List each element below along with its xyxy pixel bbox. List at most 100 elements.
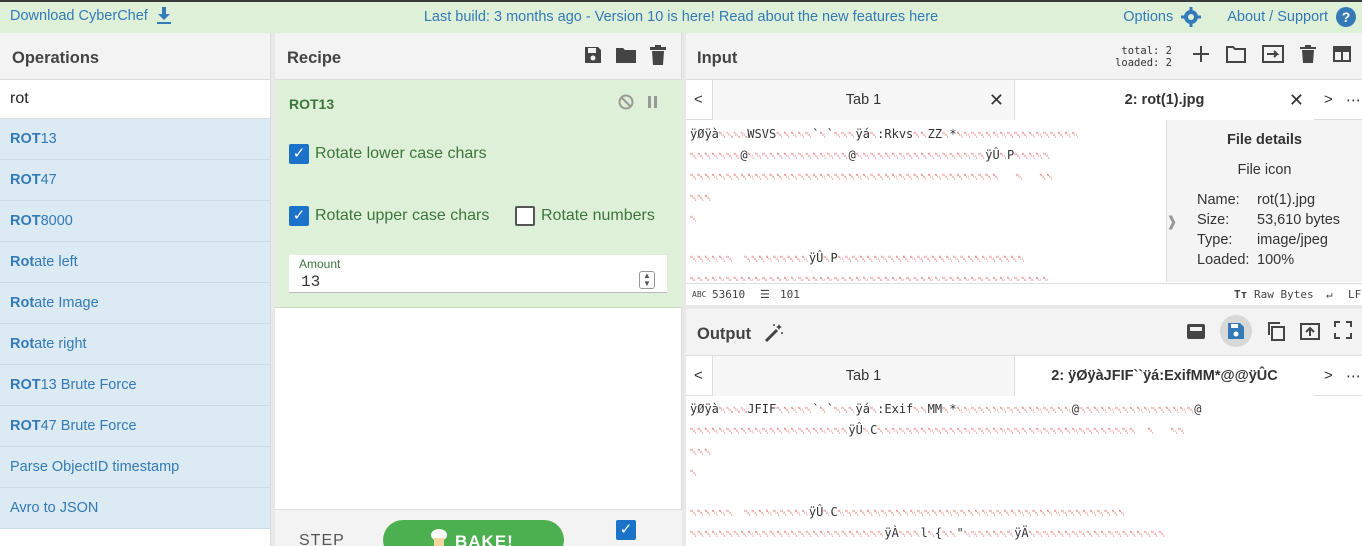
- op-item-rotate-right[interactable]: Rotate right: [0, 324, 270, 365]
- op-rest: 47: [40, 172, 57, 188]
- file-icon: File icon: [1237, 162, 1292, 178]
- tabs-prev[interactable]: <: [694, 367, 703, 384]
- op-match: ROT: [10, 213, 41, 229]
- op-item-avro-to-json[interactable]: Avro to JSON: [0, 488, 270, 529]
- file-loaded-row: Loaded: 100%: [1197, 252, 1294, 268]
- magic-wand-icon[interactable]: [764, 323, 784, 343]
- tabs-next[interactable]: >: [1324, 367, 1333, 384]
- output-title: Output: [697, 325, 752, 343]
- auto-bake-checkbox[interactable]: ✓: [616, 520, 636, 540]
- tabs-prev[interactable]: <: [694, 91, 703, 108]
- op-item-rot13[interactable]: ROT13: [0, 119, 270, 160]
- checkbox-checked[interactable]: ✓: [289, 206, 309, 226]
- close-icon[interactable]: ✕: [1289, 90, 1304, 111]
- gear-icon[interactable]: [1181, 7, 1202, 27]
- file-details-title: File details: [1227, 132, 1302, 148]
- input-tab-2[interactable]: 2: rot(1).jpg ✕: [1014, 80, 1314, 120]
- replace-input-icon[interactable]: [1300, 321, 1320, 341]
- line-count: 101: [780, 288, 800, 301]
- output-panel: Output < Tab 1 2: ÿØÿàJFIF``ÿá:ExifMM*@@…: [686, 309, 1362, 546]
- file-loaded-key: Loaded:: [1197, 252, 1250, 268]
- op-rest: 8000: [40, 213, 73, 229]
- file-name-key: Name:: [1197, 192, 1240, 208]
- loaded-count: loaded: 2: [1115, 57, 1172, 69]
- eol-label[interactable]: LF: [1348, 288, 1361, 301]
- svg-text:?: ?: [1342, 9, 1351, 25]
- top-banner: Download CyberChef Last build: 3 months …: [0, 0, 1362, 33]
- file-size-key: Size:: [1197, 212, 1230, 228]
- open-file-icon[interactable]: [1262, 45, 1284, 63]
- save-icon[interactable]: [583, 45, 603, 65]
- encoding-label[interactable]: Raw Bytes: [1254, 288, 1314, 301]
- op-rest: 13: [40, 131, 57, 147]
- file-type-key: Type:: [1197, 232, 1233, 248]
- rotate-numbers-label: Rotate numbers: [541, 207, 655, 224]
- lines-icon: ☰: [760, 288, 770, 301]
- file-size-value: 53,610 bytes: [1257, 212, 1341, 228]
- rotate-numbers-checkbox[interactable]: Rotate numbers: [515, 206, 655, 226]
- step-button[interactable]: STEP: [299, 532, 345, 546]
- help-icon[interactable]: ?: [1336, 7, 1356, 27]
- recipe-title: Recipe: [287, 49, 342, 67]
- rotate-upper-label: Rotate upper case chars: [315, 207, 490, 224]
- close-icon[interactable]: ✕: [989, 90, 1004, 111]
- copy-icon[interactable]: [1266, 321, 1286, 341]
- save-output-button[interactable]: [1220, 315, 1252, 347]
- add-tab-icon[interactable]: [1192, 45, 1210, 63]
- rotate-upper-checkbox[interactable]: ✓ Rotate upper case chars: [289, 206, 489, 226]
- op-item-rot47-brute[interactable]: ROT47 Brute Force: [0, 406, 270, 447]
- rotate-lower-label: Rotate lower case chars: [315, 145, 487, 162]
- op-rest: ate left: [34, 254, 78, 270]
- output-tab-1[interactable]: Tab 1: [712, 356, 1014, 396]
- amount-value[interactable]: 13: [301, 273, 320, 291]
- op-match: ROT: [10, 172, 41, 188]
- tab-label: 2: ÿØÿàJFIF``ÿá:ExifMM*@@ÿÛC: [1051, 368, 1278, 384]
- tab-label: Tab 1: [845, 368, 882, 384]
- pause-icon[interactable]: [646, 94, 660, 110]
- maximise-icon[interactable]: [1334, 321, 1352, 339]
- trash-icon[interactable]: [649, 45, 667, 65]
- save-to-file-icon[interactable]: [1186, 321, 1206, 341]
- tab-label: 2: rot(1).jpg: [1124, 92, 1205, 108]
- tabs-more-icon[interactable]: ⋯: [1346, 91, 1361, 109]
- op-rest: 47 Brute Force: [40, 418, 137, 434]
- rotate-lower-checkbox[interactable]: ✓ Rotate lower case chars: [289, 144, 487, 164]
- operation-name: ROT13: [289, 96, 335, 112]
- search-input[interactable]: [10, 90, 260, 108]
- layout-icon[interactable]: [1332, 45, 1352, 63]
- folder-icon[interactable]: [615, 45, 637, 65]
- recipe-panel: Recipe ROT13 ✓ Rotate lower case chars ✓…: [275, 33, 682, 546]
- op-item-rotate-image[interactable]: Rotate Image: [0, 283, 270, 324]
- tabs-more-icon[interactable]: ⋯: [1346, 367, 1361, 385]
- collapse-details-icon[interactable]: ❱: [1166, 213, 1178, 230]
- op-rest: 13 Brute Force: [40, 377, 137, 393]
- input-tab-1[interactable]: Tab 1 ✕: [712, 80, 1014, 120]
- file-size-row: Size: 53,610 bytes: [1197, 212, 1340, 228]
- clear-input-icon[interactable]: [1300, 45, 1316, 63]
- disable-icon[interactable]: [618, 94, 634, 110]
- op-match: Rot: [10, 295, 35, 311]
- amount-label: Amount: [299, 257, 341, 271]
- checkbox-unchecked[interactable]: [515, 206, 535, 226]
- output-tab-2[interactable]: 2: ÿØÿàJFIF``ÿá:ExifMM*@@ÿÛC: [1014, 356, 1314, 396]
- op-item-rot47[interactable]: ROT47: [0, 160, 270, 201]
- op-item-rotate-left[interactable]: Rotate left: [0, 242, 270, 283]
- tab-label: Tab 1: [845, 92, 882, 108]
- file-type-value: image/jpeg: [1257, 232, 1328, 248]
- options-label[interactable]: Options: [1123, 9, 1173, 25]
- about-support-label[interactable]: About / Support: [1227, 9, 1328, 25]
- op-item-parse-objectid[interactable]: Parse ObjectID timestamp: [0, 447, 270, 488]
- checkbox-checked[interactable]: ✓: [289, 144, 309, 164]
- amount-field[interactable]: Amount 13 ▲ ▼: [289, 255, 667, 293]
- op-rest: ate right: [34, 336, 87, 352]
- tabs-next[interactable]: >: [1324, 91, 1333, 108]
- input-text[interactable]: ÿØÿà␀␁␁␁WSVS␀␀␀␀␀`␀`␀␀␀ÿá␀:Rkvs␀␀ZZ␀*␀␀␀…: [690, 125, 1162, 281]
- bake-button[interactable]: BAKE!: [383, 520, 564, 546]
- op-item-rot13-brute[interactable]: ROT13 Brute Force: [0, 365, 270, 406]
- open-folder-icon[interactable]: [1226, 45, 1246, 63]
- search-box[interactable]: [0, 80, 270, 119]
- op-item-rot8000[interactable]: ROT8000: [0, 201, 270, 242]
- eol-icon: ↵: [1326, 288, 1333, 301]
- file-name-value: rot(1).jpg: [1257, 192, 1316, 208]
- amount-stepper[interactable]: ▲ ▼: [639, 271, 655, 289]
